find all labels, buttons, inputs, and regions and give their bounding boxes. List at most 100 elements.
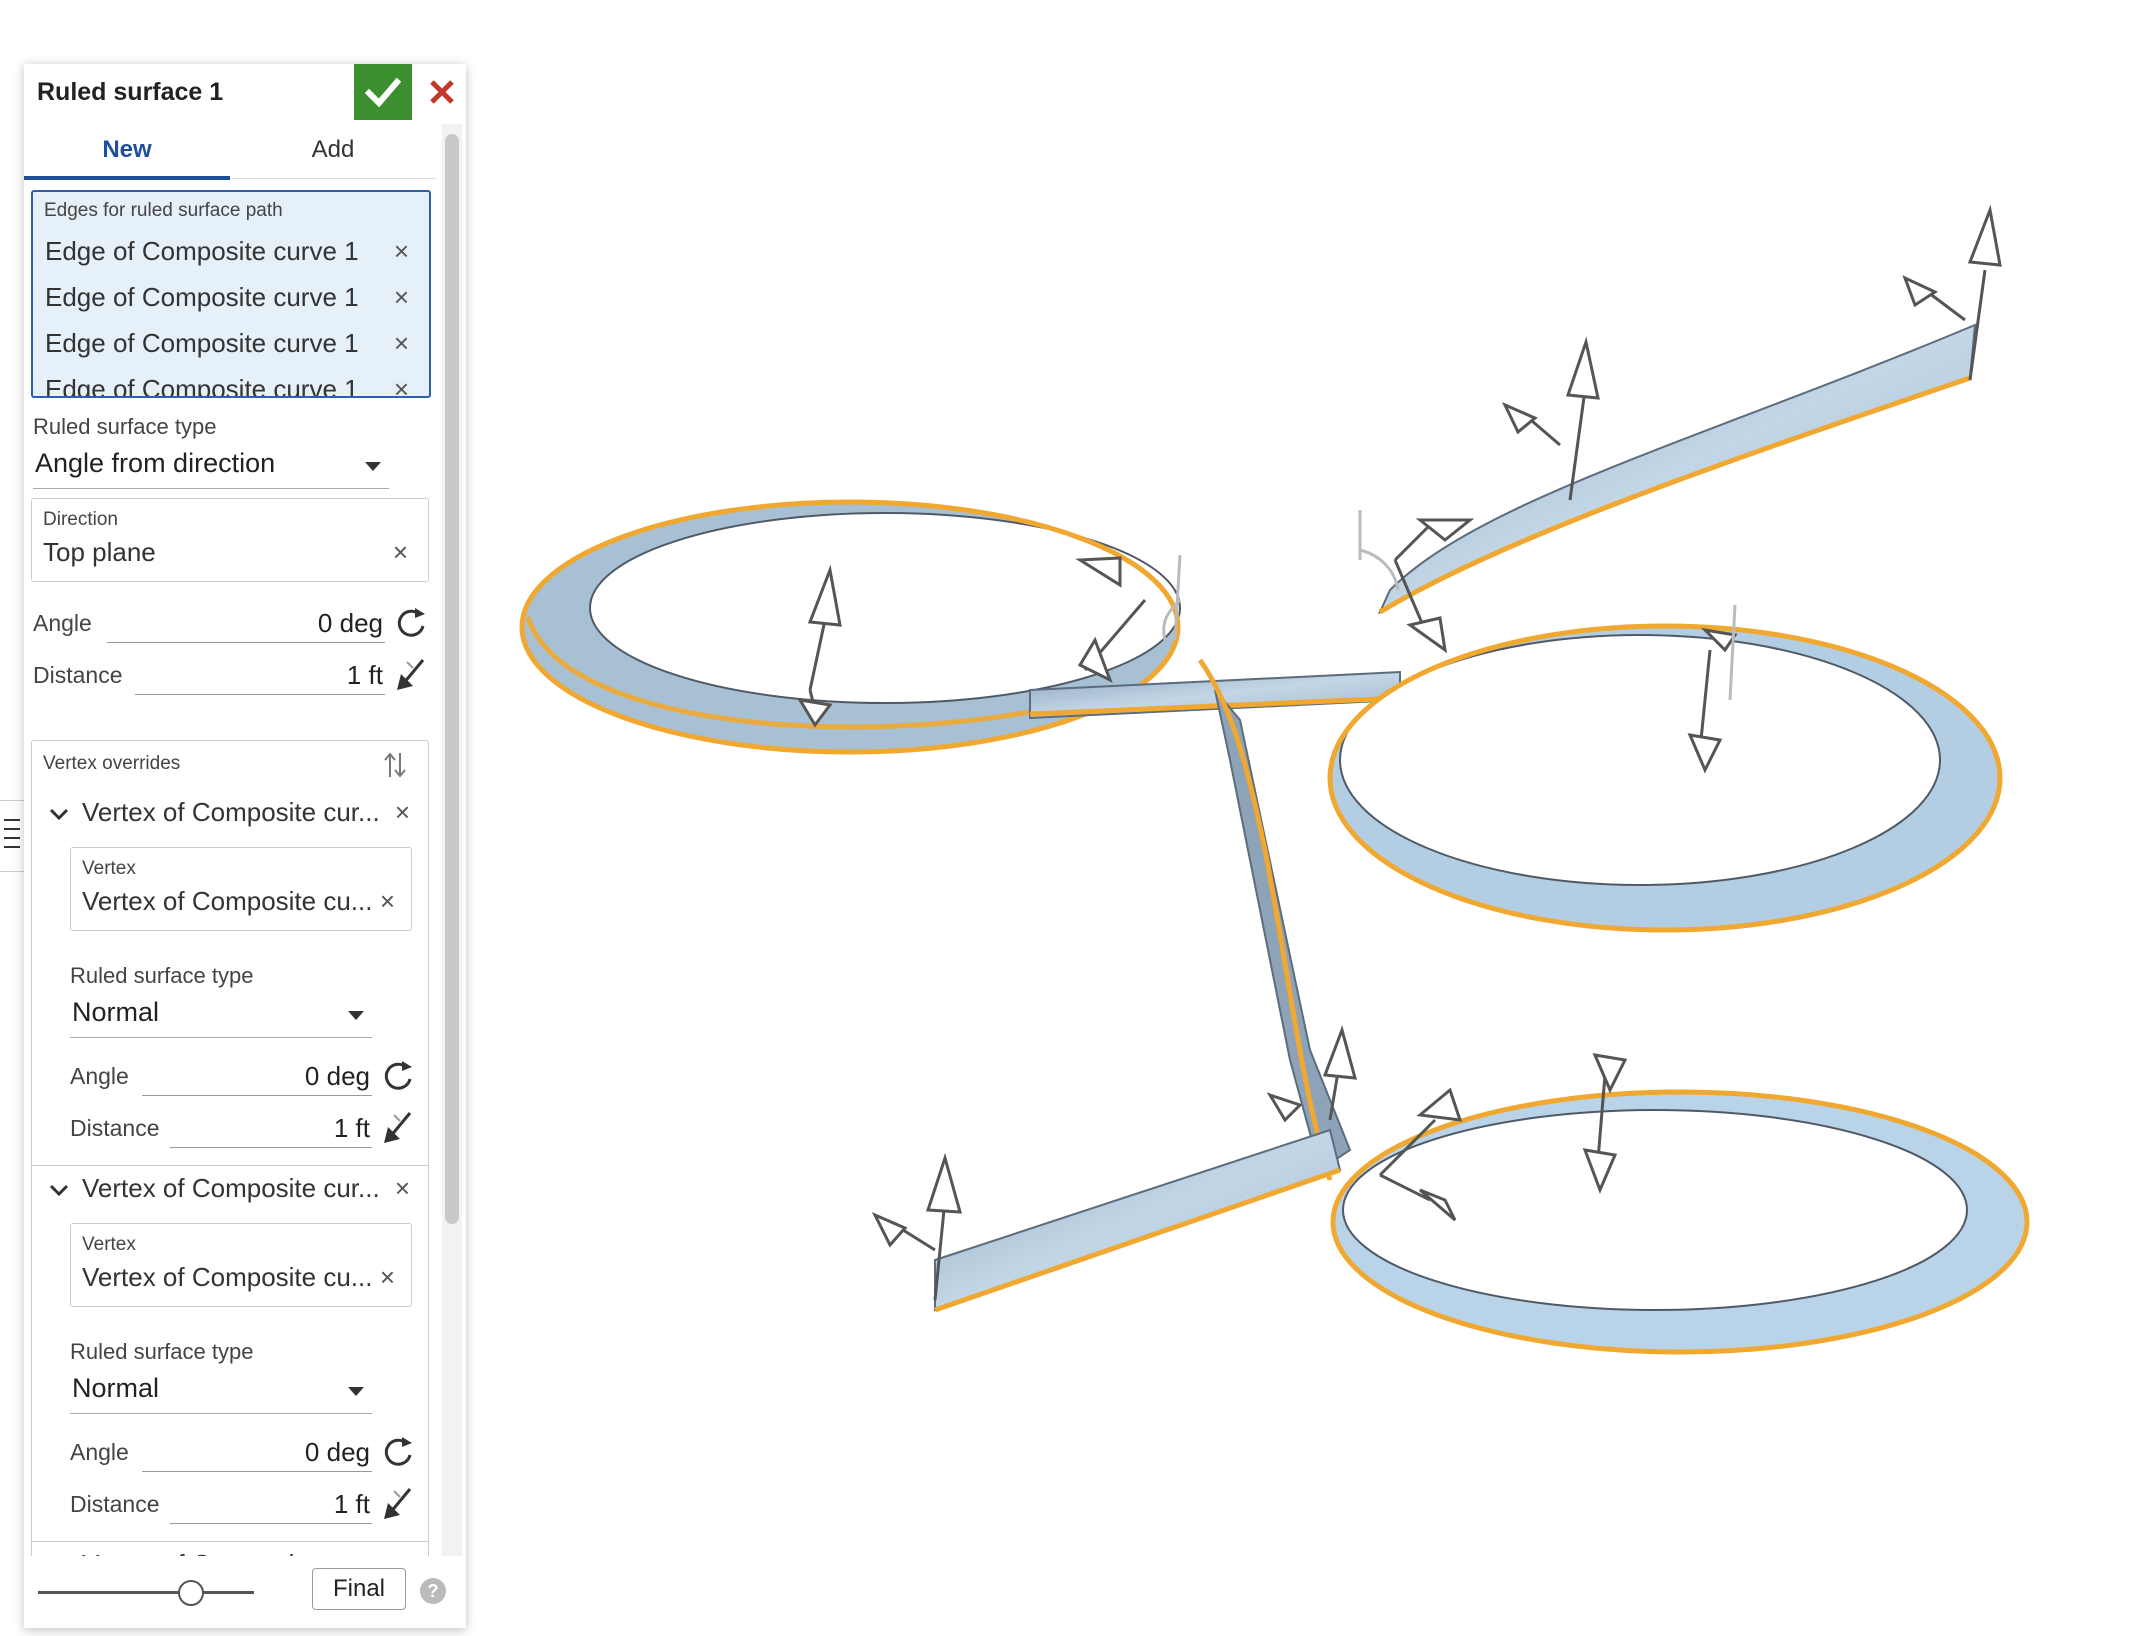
override-angle-label: Angle	[70, 1063, 129, 1089]
final-button[interactable]: Final	[312, 1568, 406, 1610]
close-icon	[430, 80, 454, 104]
override-angle-row: Angle 0 deg	[70, 1433, 428, 1473]
remove-edge-icon[interactable]: ×	[394, 328, 409, 359]
help-icon[interactable]: ?	[420, 1578, 446, 1604]
vertex-override-header[interactable]: Vertex of Composite cur... ×	[32, 1167, 428, 1211]
override-type-label: Ruled surface type	[70, 963, 254, 988]
distance-input[interactable]: 1 ft	[213, 660, 383, 691]
rollback-slider-knob[interactable]	[178, 1580, 204, 1606]
dialog-scrollbar[interactable]	[442, 124, 462, 1614]
override-distance-underline	[170, 1147, 372, 1148]
ruled-surface-type-label: Ruled surface type	[33, 414, 217, 439]
accept-button[interactable]	[354, 64, 412, 120]
edge-item-label: Edge of Composite curve 1	[45, 236, 359, 266]
dialog-title: Ruled surface 1	[37, 78, 224, 106]
angle-label: Angle	[33, 610, 92, 636]
cancel-button[interactable]	[420, 64, 464, 120]
override-distance-input[interactable]: 1 ft	[210, 1113, 370, 1144]
vertex-value: Vertex of Composite cu...	[82, 886, 373, 916]
tab-add[interactable]: Add	[230, 122, 436, 178]
flip-direction-icon[interactable]	[380, 1485, 416, 1523]
rotate-icon[interactable]	[380, 1057, 416, 1095]
vertex-value: Vertex of Composite cu...	[82, 1262, 373, 1292]
vertex-override-title: Vertex of Composite cur...	[82, 797, 380, 827]
list-panel-toggle[interactable]	[0, 800, 27, 872]
ruled-surface-bottom-loop	[934, 1089, 2030, 1355]
remove-override-icon[interactable]: ×	[395, 1173, 410, 1204]
override-divider	[32, 1541, 428, 1542]
edge-item[interactable]: Edge of Composite curve 1 ×	[33, 228, 429, 274]
scrollbar-thumb[interactable]	[445, 134, 459, 1224]
override-distance-label: Distance	[70, 1491, 160, 1517]
remove-vertex-icon[interactable]: ×	[380, 886, 395, 917]
vertex-override-header[interactable]: Vertex of Composite cur... ×	[32, 791, 428, 835]
ruled-surface-type-dropdown[interactable]: Angle from direction	[33, 448, 389, 489]
chevron-down-icon	[348, 1011, 364, 1020]
override-distance-label: Distance	[70, 1115, 160, 1141]
vertex-selection-box[interactable]: Vertex Vertex of Composite cu... ×	[70, 847, 412, 931]
override-type-value: Normal	[72, 997, 160, 1027]
ruled-surface-top-right-band	[1377, 323, 1977, 615]
angle-row: Angle 0 deg	[33, 604, 433, 644]
override-divider	[32, 1165, 428, 1166]
distance-label: Distance	[33, 662, 123, 688]
tab-new[interactable]: New	[24, 122, 230, 180]
vertex-override-title: Vertex of Composite cur...	[82, 1173, 380, 1203]
override-angle-input[interactable]: 0 deg	[210, 1061, 370, 1092]
ruled-surface-right-loop	[1327, 623, 2003, 933]
rollback-slider[interactable]	[38, 1591, 254, 1594]
direction-caption: Direction	[43, 509, 118, 530]
override-angle-label: Angle	[70, 1439, 129, 1465]
check-icon	[365, 77, 401, 108]
vertex-overrides-label: Vertex overrides	[43, 753, 181, 774]
edge-item[interactable]: Edge of Composite curve 1 ×	[33, 320, 429, 366]
remove-edge-icon[interactable]: ×	[394, 282, 409, 313]
flip-direction-icon[interactable]	[380, 1109, 416, 1147]
edges-selection-box[interactable]: Edges for ruled surface path Edge of Com…	[31, 190, 431, 398]
override-distance-underline	[170, 1523, 372, 1524]
edge-item[interactable]: Edge of Composite curve 1 ×	[33, 366, 429, 398]
sort-icon[interactable]	[382, 749, 408, 781]
dialog-footer: Final ?	[24, 1556, 466, 1628]
direction-selection-box[interactable]: Direction Top plane ×	[31, 498, 429, 582]
remove-edge-icon[interactable]: ×	[394, 374, 409, 396]
override-type-value: Normal	[72, 1373, 160, 1403]
distance-row: Distance 1 ft	[33, 656, 433, 696]
override-angle-row: Angle 0 deg	[70, 1057, 428, 1097]
ruled-surface-type-value: Angle from direction	[35, 448, 276, 478]
distance-underline	[135, 694, 385, 695]
override-distance-row: Distance 1 ft	[70, 1109, 428, 1149]
chevron-down-icon	[365, 462, 381, 471]
rotate-icon[interactable]	[380, 1433, 416, 1471]
override-distance-input[interactable]: 1 ft	[210, 1489, 370, 1520]
remove-direction-icon[interactable]: ×	[393, 537, 408, 568]
vertex-overrides-section: Vertex overrides Vertex of Composite cur…	[31, 740, 429, 1628]
vertex-caption: Vertex	[82, 1234, 136, 1255]
override-type-dropdown[interactable]: Normal	[70, 997, 372, 1038]
direction-value: Top plane	[43, 537, 156, 567]
edge-item-label: Edge of Composite curve 1	[45, 282, 359, 312]
rotate-icon[interactable]	[393, 604, 429, 642]
override-angle-underline	[142, 1095, 372, 1096]
chevron-down-icon	[49, 1184, 69, 1197]
edge-item[interactable]: Edge of Composite curve 1 ×	[33, 274, 429, 320]
vertex-caption: Vertex	[82, 858, 136, 879]
remove-edge-icon[interactable]: ×	[394, 236, 409, 267]
flip-direction-icon[interactable]	[393, 656, 429, 694]
ruled-surface-dialog: Ruled surface 1 New Add Edges for ruled …	[24, 64, 466, 1628]
mode-tabs: New Add	[24, 122, 436, 180]
dialog-header: Ruled surface 1	[24, 64, 466, 120]
angle-input[interactable]: 0 deg	[213, 608, 383, 639]
override-type-dropdown[interactable]: Normal	[70, 1373, 372, 1414]
edge-item-label: Edge of Composite curve 1	[45, 328, 359, 358]
chevron-down-icon	[348, 1387, 364, 1396]
override-distance-row: Distance 1 ft	[70, 1485, 428, 1525]
chevron-down-icon	[49, 808, 69, 821]
remove-vertex-icon[interactable]: ×	[380, 1262, 395, 1293]
list-icon	[4, 819, 20, 855]
vertex-selection-box[interactable]: Vertex Vertex of Composite cu... ×	[70, 1223, 412, 1307]
override-angle-underline	[142, 1471, 372, 1472]
override-angle-input[interactable]: 0 deg	[210, 1437, 370, 1468]
edge-item-label: Edge of Composite curve 1	[45, 374, 359, 398]
remove-override-icon[interactable]: ×	[395, 797, 410, 828]
